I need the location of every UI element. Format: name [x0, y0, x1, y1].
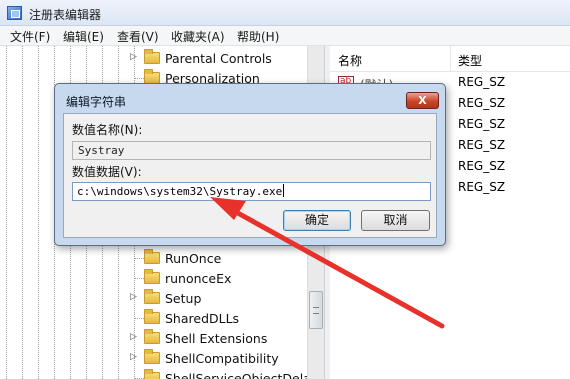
value-data-input[interactable]: c:\windows\system32\Systray.exe	[72, 182, 431, 201]
value-type: REG_SZ	[458, 75, 506, 89]
tree-item-label: ShellCompatibility	[165, 351, 279, 366]
menu-help[interactable]: 帮助(H)	[237, 28, 279, 45]
value-type: REG_SZ	[458, 138, 506, 152]
tree-item-label: Shell Extensions	[165, 331, 268, 346]
tree-item-shareddlls[interactable]: SharedDLLs	[130, 309, 324, 327]
regedit-app-icon	[7, 6, 22, 20]
tree-item-label: runonceEx	[165, 271, 232, 286]
ok-button[interactable]: 确定	[283, 210, 351, 231]
tree-item-runonceex[interactable]: runonceEx	[130, 269, 324, 287]
value-name-label: 数值名称(N):	[72, 123, 143, 137]
dialog-title: 编辑字符串	[66, 95, 127, 109]
cancel-button[interactable]: 取消	[361, 210, 430, 231]
tree-connector	[134, 258, 144, 259]
expand-arrow-icon[interactable]: ▷	[130, 352, 137, 362]
menu-bar: 文件(F) 编辑(E) 查看(V) 收藏夹(A) 帮助(H)	[0, 26, 570, 46]
folder-icon	[144, 369, 160, 379]
value-type: REG_SZ	[458, 117, 506, 131]
column-header-name[interactable]: 名称	[338, 52, 362, 69]
tree-item-runonce[interactable]: RunOnce	[130, 249, 324, 267]
text-caret	[283, 184, 285, 197]
menu-view[interactable]: 查看(V)	[117, 28, 159, 45]
window-title: 注册表编辑器	[29, 8, 102, 22]
tree-connector	[134, 278, 144, 279]
folder-icon	[144, 349, 160, 364]
menu-favorites[interactable]: 收藏夹(A)	[171, 28, 225, 45]
column-header-type[interactable]: 类型	[458, 52, 482, 69]
folder-icon	[144, 49, 160, 64]
value-name-field: Systray	[72, 141, 431, 160]
value-type: REG_SZ	[458, 180, 506, 194]
tree-connector	[134, 318, 144, 319]
column-divider[interactable]	[450, 46, 451, 72]
folder-icon	[144, 329, 160, 344]
tree-item-label: ShellServiceObjectDelayl	[165, 371, 322, 379]
list-header: 名称 类型	[330, 46, 570, 72]
tree-item-shellcompatibility[interactable]: ▷ ShellCompatibility	[130, 349, 324, 367]
tree-item-label: SharedDLLs	[165, 311, 240, 326]
scrollbar-thumb[interactable]	[309, 291, 323, 329]
value-data-label: 数值数据(V):	[72, 165, 142, 179]
tree-item-setup[interactable]: ▷ Setup	[130, 289, 324, 307]
tree-guide-line	[6, 46, 7, 379]
expand-arrow-icon[interactable]: ▷	[130, 52, 137, 62]
tree-connector	[134, 78, 144, 79]
edit-string-dialog: 编辑字符串 X 数值名称(N): Systray 数值数据(V): c:\win…	[54, 83, 446, 246]
tree-guide-line	[38, 46, 39, 379]
value-data-text: c:\windows\system32\Systray.exe	[77, 185, 283, 198]
close-icon: X	[418, 94, 427, 107]
tree-guide-line	[22, 46, 23, 379]
expand-arrow-icon[interactable]: ▷	[130, 292, 137, 302]
value-type: REG_SZ	[458, 96, 506, 110]
menu-file[interactable]: 文件(F)	[10, 28, 50, 45]
tree-item-parental-controls[interactable]: ▷ Parental Controls	[130, 49, 324, 67]
tree-item-label: Setup	[165, 291, 202, 306]
dialog-body: 数值名称(N): Systray 数值数据(V): c:\windows\sys…	[63, 113, 437, 238]
tree-item-shell-extensions[interactable]: ▷ Shell Extensions	[130, 329, 324, 347]
expand-arrow-icon[interactable]: ▷	[130, 332, 137, 342]
title-bar: 注册表编辑器	[0, 0, 570, 26]
menu-edit[interactable]: 编辑(E)	[63, 28, 104, 45]
folder-icon	[144, 309, 160, 324]
folder-icon	[144, 269, 160, 284]
folder-icon	[144, 289, 160, 304]
tree-item-shellserviceobjectdelay[interactable]: ShellServiceObjectDelayl	[130, 369, 324, 379]
tree-item-label: Parental Controls	[165, 51, 272, 66]
folder-icon	[144, 249, 160, 264]
dialog-close-button[interactable]: X	[406, 92, 439, 109]
tree-item-label: RunOnce	[165, 251, 222, 266]
value-type: REG_SZ	[458, 159, 506, 173]
